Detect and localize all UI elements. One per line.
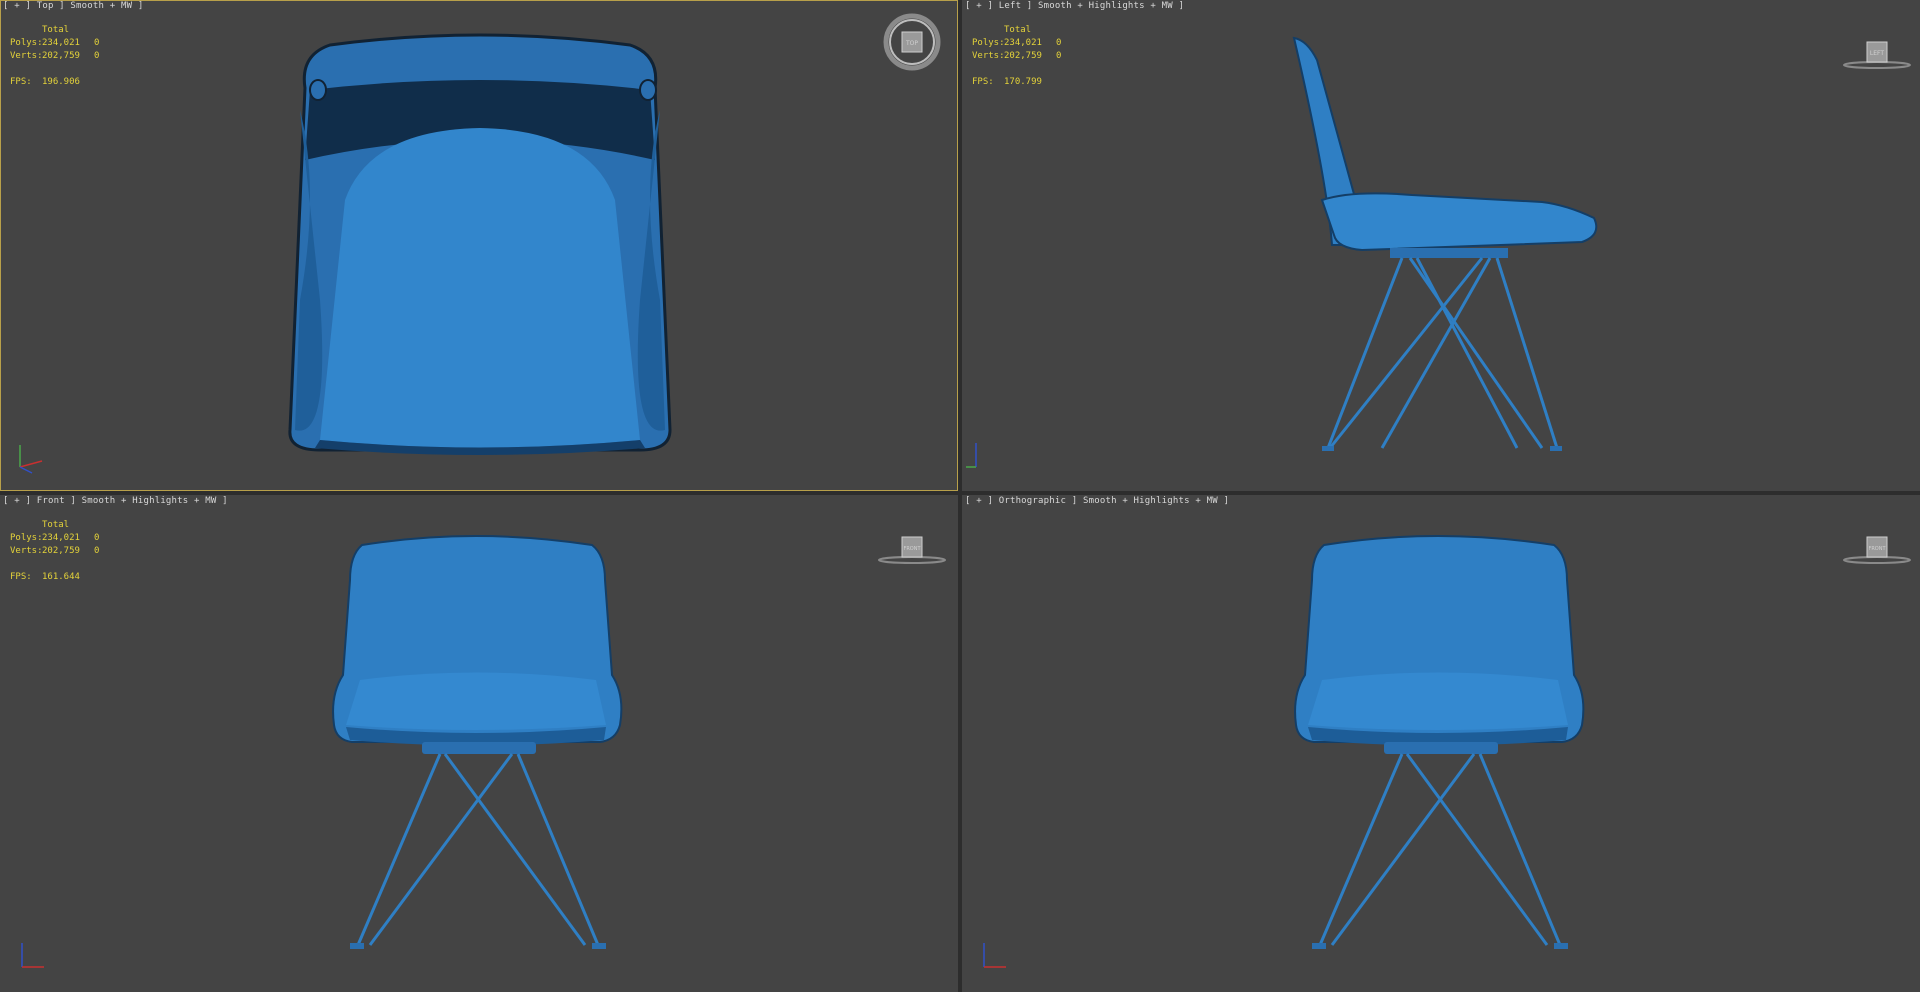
polys-value: 234,021 (1004, 38, 1042, 48)
axis-tripod-icon (19, 445, 43, 474)
axis-tripod-icon (966, 443, 977, 468)
viewport-divider-vertical[interactable] (958, 0, 962, 992)
viewport-left[interactable]: [ + ] Left ] Smooth + Highlights + MW ] … (962, 0, 1920, 491)
stats-overlay: Total Polys: 234,021 0 Verts: 202,759 0 FPS:… (972, 24, 1061, 89)
stats-overlay: Total Polys: 234,021 0 Verts: 202,759 0 FPS:… (10, 24, 99, 89)
chair-top-view (288, 33, 672, 455)
axis-tripod-icon (983, 943, 1006, 968)
stats-overlay: Total Polys: 234,021 0 Verts: 202,759 0 FPS:… (10, 519, 99, 584)
stats-total-label: Total (42, 25, 70, 35)
verts-value: 202,759 (42, 546, 80, 556)
viewcube-face-label: FRONT (1868, 546, 1886, 552)
viewport-label[interactable]: [ + ] Left ] Smooth + Highlights + MW ] (965, 1, 1184, 11)
viewcube-icon[interactable]: FRONT (877, 517, 947, 577)
polys-selected: 0 (94, 533, 100, 543)
viewcube-icon[interactable]: LEFT (1842, 22, 1912, 82)
viewport-top[interactable]: [ + ] Top ] Smooth + MW ] Total Polys: 23… (0, 0, 958, 491)
verts-selected: 0 (1056, 51, 1062, 61)
verts-selected: 0 (94, 51, 100, 61)
fps-value: 196.906 (42, 77, 80, 87)
viewport-front[interactable]: [ + ] Front ] Smooth + Highlights + MW ]… (0, 495, 958, 992)
verts-selected: 0 (94, 546, 100, 556)
viewport-label[interactable]: [ + ] Top ] Smooth + MW ] (3, 1, 143, 11)
axis-tripod-icon (21, 943, 44, 968)
fps-label: FPS: (10, 572, 32, 582)
chair-front-view (332, 535, 623, 949)
stats-total-label: Total (1004, 25, 1032, 35)
polys-value: 234,021 (42, 38, 80, 48)
fps-label: FPS: (10, 77, 32, 87)
polys-label: Polys: (10, 38, 43, 48)
chair-orthographic-view (1294, 535, 1585, 949)
verts-value: 202,759 (42, 51, 80, 61)
viewcube-icon[interactable]: FRONT (1842, 517, 1912, 577)
verts-value: 202,759 (1004, 51, 1042, 61)
viewport-label[interactable]: [ + ] Front ] Smooth + Highlights + MW ] (3, 496, 228, 506)
fps-label: FPS: (972, 77, 994, 87)
viewcube-face-label: FRONT (903, 546, 921, 552)
polys-selected: 0 (1056, 38, 1062, 48)
fps-value: 170.799 (1004, 77, 1042, 87)
verts-label: Verts: (10, 51, 43, 61)
verts-label: Verts: (972, 51, 1005, 61)
stats-total-label: Total (42, 520, 70, 530)
viewport-divider-horizontal[interactable] (0, 491, 1920, 495)
viewport-orthographic[interactable]: [ + ] Orthographic ] Smooth + Highlights… (962, 495, 1920, 992)
viewcube-face-label: TOP (905, 40, 918, 47)
polys-label: Polys: (972, 38, 1005, 48)
polys-selected: 0 (94, 38, 100, 48)
verts-label: Verts: (10, 546, 43, 556)
viewcube-icon[interactable]: TOP (877, 12, 947, 72)
chair-left-view (1292, 36, 1598, 451)
polys-label: Polys: (10, 533, 43, 543)
viewport-label[interactable]: [ + ] Orthographic ] Smooth + Highlights… (965, 496, 1229, 506)
polys-value: 234,021 (42, 533, 80, 543)
viewcube-face-label: LEFT (1870, 50, 1884, 57)
fps-value: 161.644 (42, 572, 80, 582)
